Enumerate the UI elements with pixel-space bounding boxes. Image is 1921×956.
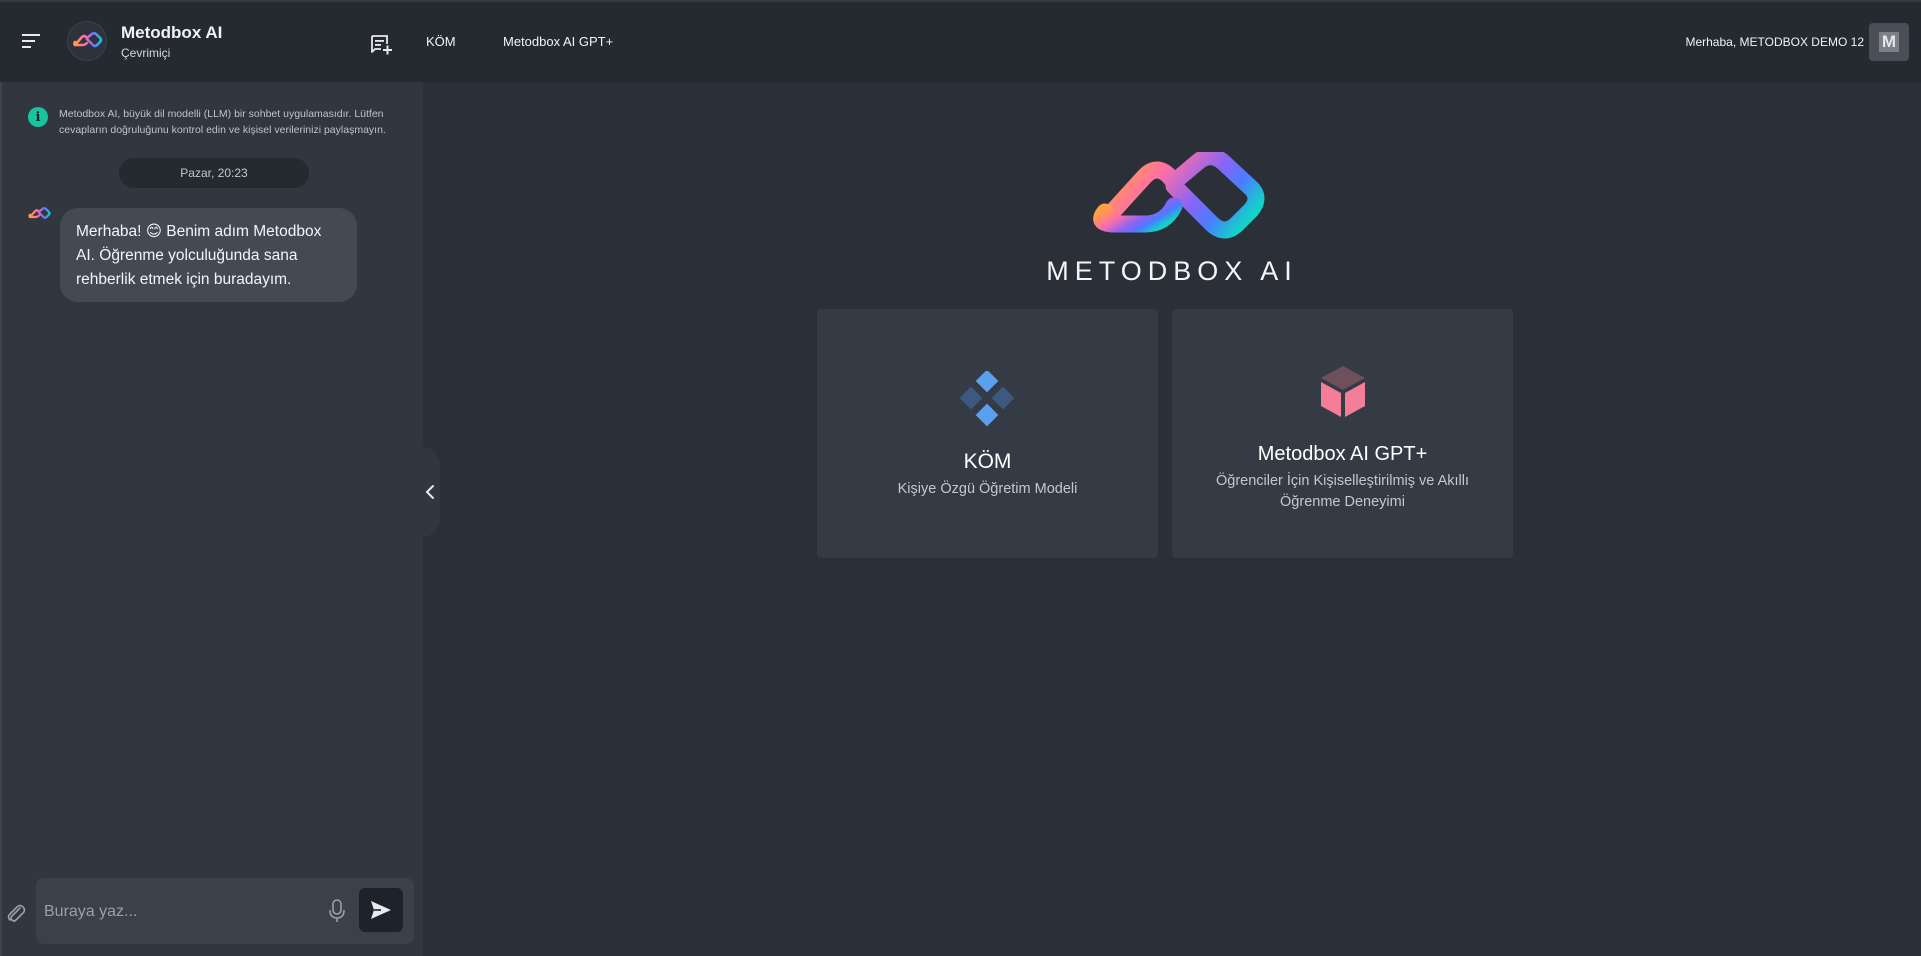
microphone-icon[interactable] [327,898,347,924]
nav-link-gpt-plus[interactable]: Metodbox AI GPT+ [503,34,613,49]
main-area: METODBOX AI KÖM Kişiye Özgü Öğretim Mode… [423,82,1921,956]
brand-logo-avatar [67,21,107,61]
message-input[interactable] [42,892,326,932]
date-divider: Pazar, 20:23 [119,158,309,188]
bot-avatar-icon [27,206,51,227]
attachment-icon[interactable] [6,901,26,925]
nav-link-kom[interactable]: KÖM [426,34,456,49]
card-gpt-plus[interactable]: Metodbox AI GPT+ Öğrenciler İçin Kişisel… [1172,309,1513,558]
greeting-prefix: Merhaba, [1685,35,1737,49]
info-icon: i [28,107,48,127]
top-bar: Metodbox AI Çevrimiçi KÖM Metodbox AI GP… [0,0,1921,82]
metodbox-logo-large-icon [1081,148,1267,257]
send-button[interactable] [359,888,403,932]
chat-sidebar: i Metodbox AI, büyük dil modelli (LLM) b… [0,82,423,956]
card-gpt-plus-title: Metodbox AI GPT+ [1257,443,1428,465]
send-icon [371,901,391,919]
online-status: Çevrimiçi [121,46,171,60]
card-kom[interactable]: KÖM Kişiye Özgü Öğretim Modeli [817,309,1158,558]
metodbox-logo-icon [73,31,103,48]
user-greeting: Merhaba, METODBOX DEMO 12 [1685,35,1864,49]
diamond-grid-icon [959,369,1016,432]
user-avatar[interactable]: M [1869,23,1909,61]
brand-name: Metodbox AI [121,23,223,42]
new-chat-icon[interactable] [369,33,393,57]
card-gpt-plus-description: Öğrenciler İçin Kişiselleştirilmiş ve Ak… [1215,473,1469,510]
llm-notice: Metodbox AI, büyük dil modelli (LLM) bir… [59,108,386,136]
cube-icon [1317,364,1369,425]
card-kom-title: KÖM [963,450,1012,473]
greeting-user-name: METODBOX DEMO 12 [1739,35,1864,49]
menu-icon[interactable] [20,30,42,52]
user-initial: M [1879,32,1899,52]
card-kom-description: Kişiye Özgü Öğretim Modeli [897,481,1078,497]
message-composer [36,878,414,944]
bot-message-bubble: Merhaba! 😊 Benim adım Metodbox AI. Öğren… [60,208,357,302]
logo-wordmark: METODBOX AI [1046,256,1298,286]
